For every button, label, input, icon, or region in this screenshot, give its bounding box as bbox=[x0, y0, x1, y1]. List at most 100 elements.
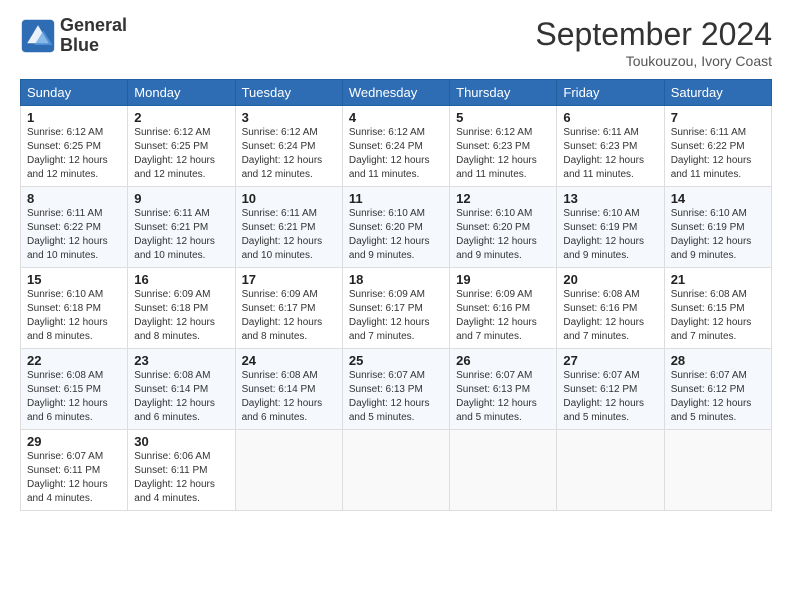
calendar-cell: 6 Sunrise: 6:11 AM Sunset: 6:23 PM Dayli… bbox=[557, 106, 664, 187]
day-info: Sunrise: 6:10 AM Sunset: 6:19 PM Dayligh… bbox=[671, 207, 765, 263]
header: General Blue September 2024 Toukouzou, I… bbox=[20, 16, 772, 69]
sunrise-label: Sunrise: 6:07 AM bbox=[456, 370, 532, 381]
day-info: Sunrise: 6:11 AM Sunset: 6:21 PM Dayligh… bbox=[242, 207, 336, 263]
sunset-label: Sunset: 6:18 PM bbox=[134, 303, 208, 314]
day-info: Sunrise: 6:07 AM Sunset: 6:11 PM Dayligh… bbox=[27, 450, 121, 506]
daylight-label: Daylight: 12 hours and 7 minutes. bbox=[349, 317, 430, 342]
calendar-cell: 9 Sunrise: 6:11 AM Sunset: 6:21 PM Dayli… bbox=[128, 187, 235, 268]
day-info: Sunrise: 6:12 AM Sunset: 6:25 PM Dayligh… bbox=[134, 126, 228, 182]
sunset-label: Sunset: 6:11 PM bbox=[134, 465, 207, 476]
day-info: Sunrise: 6:08 AM Sunset: 6:15 PM Dayligh… bbox=[671, 288, 765, 344]
sunrise-label: Sunrise: 6:12 AM bbox=[242, 127, 318, 138]
day-info: Sunrise: 6:12 AM Sunset: 6:24 PM Dayligh… bbox=[349, 126, 443, 182]
weekday-header-row: SundayMondayTuesdayWednesdayThursdayFrid… bbox=[21, 80, 772, 106]
sunset-label: Sunset: 6:23 PM bbox=[563, 141, 637, 152]
logo: General Blue bbox=[20, 16, 127, 56]
day-info: Sunrise: 6:09 AM Sunset: 6:16 PM Dayligh… bbox=[456, 288, 550, 344]
daylight-label: Daylight: 12 hours and 10 minutes. bbox=[134, 236, 215, 261]
daylight-label: Daylight: 12 hours and 8 minutes. bbox=[134, 317, 215, 342]
sunset-label: Sunset: 6:21 PM bbox=[134, 222, 208, 233]
calendar-cell: 26 Sunrise: 6:07 AM Sunset: 6:13 PM Dayl… bbox=[450, 349, 557, 430]
day-number: 15 bbox=[27, 272, 121, 287]
day-number: 8 bbox=[27, 191, 121, 206]
calendar-cell: 27 Sunrise: 6:07 AM Sunset: 6:12 PM Dayl… bbox=[557, 349, 664, 430]
day-info: Sunrise: 6:07 AM Sunset: 6:12 PM Dayligh… bbox=[671, 369, 765, 425]
sunrise-label: Sunrise: 6:10 AM bbox=[349, 208, 425, 219]
calendar-cell: 19 Sunrise: 6:09 AM Sunset: 6:16 PM Dayl… bbox=[450, 268, 557, 349]
day-info: Sunrise: 6:08 AM Sunset: 6:15 PM Dayligh… bbox=[27, 369, 121, 425]
day-number: 23 bbox=[134, 353, 228, 368]
calendar-cell: 12 Sunrise: 6:10 AM Sunset: 6:20 PM Dayl… bbox=[450, 187, 557, 268]
sunset-label: Sunset: 6:13 PM bbox=[349, 384, 423, 395]
daylight-label: Daylight: 12 hours and 12 minutes. bbox=[242, 155, 323, 180]
sunrise-label: Sunrise: 6:08 AM bbox=[563, 289, 639, 300]
sunset-label: Sunset: 6:17 PM bbox=[242, 303, 316, 314]
day-number: 24 bbox=[242, 353, 336, 368]
calendar-cell: 7 Sunrise: 6:11 AM Sunset: 6:22 PM Dayli… bbox=[664, 106, 771, 187]
calendar-cell: 5 Sunrise: 6:12 AM Sunset: 6:23 PM Dayli… bbox=[450, 106, 557, 187]
daylight-label: Daylight: 12 hours and 4 minutes. bbox=[27, 479, 108, 504]
daylight-label: Daylight: 12 hours and 9 minutes. bbox=[563, 236, 644, 261]
weekday-header: Friday bbox=[557, 80, 664, 106]
day-info: Sunrise: 6:10 AM Sunset: 6:18 PM Dayligh… bbox=[27, 288, 121, 344]
sunrise-label: Sunrise: 6:06 AM bbox=[134, 451, 210, 462]
daylight-label: Daylight: 12 hours and 11 minutes. bbox=[671, 155, 752, 180]
daylight-label: Daylight: 12 hours and 12 minutes. bbox=[27, 155, 108, 180]
calendar-cell: 2 Sunrise: 6:12 AM Sunset: 6:25 PM Dayli… bbox=[128, 106, 235, 187]
daylight-label: Daylight: 12 hours and 8 minutes. bbox=[27, 317, 108, 342]
daylight-label: Daylight: 12 hours and 5 minutes. bbox=[456, 398, 537, 423]
sunset-label: Sunset: 6:21 PM bbox=[242, 222, 316, 233]
day-info: Sunrise: 6:09 AM Sunset: 6:18 PM Dayligh… bbox=[134, 288, 228, 344]
day-number: 30 bbox=[134, 434, 228, 449]
day-number: 29 bbox=[27, 434, 121, 449]
calendar-cell bbox=[342, 430, 449, 511]
calendar-cell bbox=[557, 430, 664, 511]
sunrise-label: Sunrise: 6:10 AM bbox=[27, 289, 103, 300]
sunset-label: Sunset: 6:15 PM bbox=[671, 303, 745, 314]
sunrise-label: Sunrise: 6:11 AM bbox=[27, 208, 102, 219]
calendar-cell bbox=[664, 430, 771, 511]
calendar-cell: 17 Sunrise: 6:09 AM Sunset: 6:17 PM Dayl… bbox=[235, 268, 342, 349]
sunset-label: Sunset: 6:12 PM bbox=[563, 384, 637, 395]
sunset-label: Sunset: 6:16 PM bbox=[563, 303, 637, 314]
day-info: Sunrise: 6:07 AM Sunset: 6:13 PM Dayligh… bbox=[456, 369, 550, 425]
page: General Blue September 2024 Toukouzou, I… bbox=[0, 0, 792, 612]
sunset-label: Sunset: 6:22 PM bbox=[27, 222, 101, 233]
day-info: Sunrise: 6:12 AM Sunset: 6:23 PM Dayligh… bbox=[456, 126, 550, 182]
sunrise-label: Sunrise: 6:10 AM bbox=[671, 208, 747, 219]
day-number: 4 bbox=[349, 110, 443, 125]
calendar-cell bbox=[235, 430, 342, 511]
day-number: 28 bbox=[671, 353, 765, 368]
sunrise-label: Sunrise: 6:08 AM bbox=[27, 370, 103, 381]
day-number: 17 bbox=[242, 272, 336, 287]
sunset-label: Sunset: 6:20 PM bbox=[456, 222, 530, 233]
day-info: Sunrise: 6:11 AM Sunset: 6:23 PM Dayligh… bbox=[563, 126, 657, 182]
sunrise-label: Sunrise: 6:11 AM bbox=[563, 127, 638, 138]
daylight-label: Daylight: 12 hours and 9 minutes. bbox=[456, 236, 537, 261]
sunrise-label: Sunrise: 6:07 AM bbox=[563, 370, 639, 381]
daylight-label: Daylight: 12 hours and 7 minutes. bbox=[456, 317, 537, 342]
logo-line2: Blue bbox=[60, 36, 127, 56]
day-number: 12 bbox=[456, 191, 550, 206]
calendar-cell: 20 Sunrise: 6:08 AM Sunset: 6:16 PM Dayl… bbox=[557, 268, 664, 349]
calendar-cell: 3 Sunrise: 6:12 AM Sunset: 6:24 PM Dayli… bbox=[235, 106, 342, 187]
day-info: Sunrise: 6:11 AM Sunset: 6:21 PM Dayligh… bbox=[134, 207, 228, 263]
sunset-label: Sunset: 6:23 PM bbox=[456, 141, 530, 152]
sunset-label: Sunset: 6:18 PM bbox=[27, 303, 101, 314]
day-number: 2 bbox=[134, 110, 228, 125]
sunset-label: Sunset: 6:12 PM bbox=[671, 384, 745, 395]
day-number: 7 bbox=[671, 110, 765, 125]
calendar-week-row: 1 Sunrise: 6:12 AM Sunset: 6:25 PM Dayli… bbox=[21, 106, 772, 187]
calendar-cell: 30 Sunrise: 6:06 AM Sunset: 6:11 PM Dayl… bbox=[128, 430, 235, 511]
calendar-cell: 22 Sunrise: 6:08 AM Sunset: 6:15 PM Dayl… bbox=[21, 349, 128, 430]
month-title: September 2024 bbox=[535, 16, 772, 53]
sunrise-label: Sunrise: 6:09 AM bbox=[456, 289, 532, 300]
calendar-cell bbox=[450, 430, 557, 511]
day-info: Sunrise: 6:09 AM Sunset: 6:17 PM Dayligh… bbox=[242, 288, 336, 344]
calendar-cell: 13 Sunrise: 6:10 AM Sunset: 6:19 PM Dayl… bbox=[557, 187, 664, 268]
sunrise-label: Sunrise: 6:07 AM bbox=[671, 370, 747, 381]
sunset-label: Sunset: 6:11 PM bbox=[27, 465, 100, 476]
sunset-label: Sunset: 6:24 PM bbox=[349, 141, 423, 152]
day-number: 6 bbox=[563, 110, 657, 125]
weekday-header: Sunday bbox=[21, 80, 128, 106]
